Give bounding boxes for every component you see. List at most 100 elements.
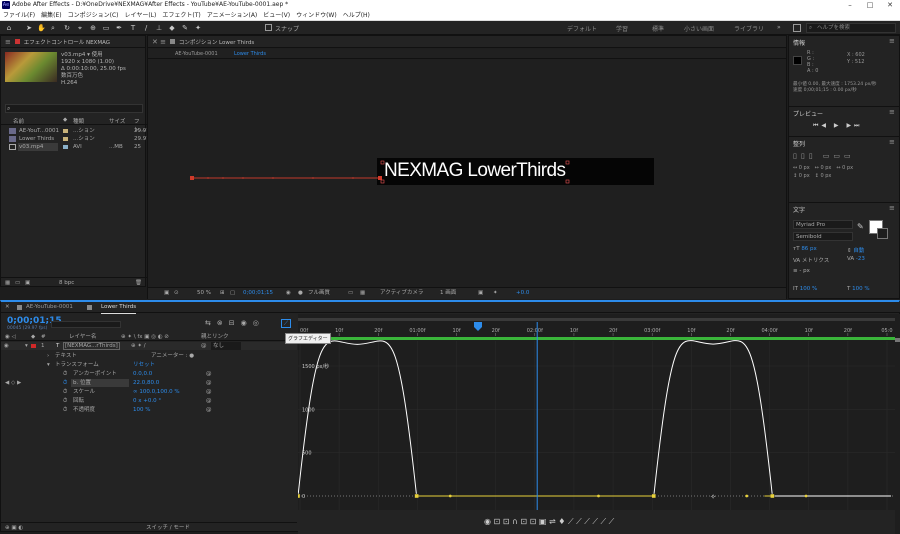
layer-name[interactable]: [NEXMAG...rThirds] [63, 342, 120, 350]
timeline-switches[interactable]: ⇆⊗⊟◉◎ [205, 319, 265, 327]
expression-pickwhip-icon[interactable]: @ [206, 397, 212, 405]
pen-tool-icon[interactable]: ✒ [115, 24, 123, 32]
prop-transform[interactable]: ▾ トランスフォーム リセット [1, 361, 297, 369]
workspace-standard[interactable]: 標準 [652, 24, 664, 33]
menu-file[interactable]: ファイル(F) [0, 10, 38, 21]
vertical-scale-field[interactable]: IT 100 % [793, 286, 817, 292]
font-style-select[interactable]: Semibold [793, 232, 853, 241]
vr-icon[interactable]: ⊙ [174, 288, 179, 299]
project-item-comp-1[interactable]: AE-YouT...0001 ...ション 29.97 [1, 127, 150, 135]
menu-edit[interactable]: 編集(E) [38, 10, 64, 21]
project-search-input[interactable]: ⌕ [5, 104, 143, 113]
footer-icons[interactable]: ⊕ ▣ ◐ [5, 523, 23, 534]
parent-pickwhip-icon[interactable]: @ [201, 342, 207, 350]
stopwatch-icon[interactable]: ⏱ [63, 388, 67, 396]
expand-arrow-icon[interactable]: › [47, 352, 49, 360]
current-time-display[interactable]: 0;00;01;15 [243, 288, 273, 299]
toggle-pixel-icon[interactable]: ▣ [478, 288, 483, 299]
preview-controls[interactable]: ⏮◀ ▶ ▶⏭ [813, 122, 862, 130]
layer-row[interactable]: ◉ ▾ 1 T [NEXMAG...rThirds] ⊕ ✦ / @ なし [1, 342, 297, 350]
character-menu-icon[interactable]: ≡ [889, 204, 895, 212]
align-buttons[interactable]: ▯▯▯ ▭▭▭ [793, 152, 855, 160]
prop-scale[interactable]: ⏱ スケール ∞ 100.0,100.0 % @ [1, 388, 297, 396]
effect-controls-tab[interactable]: ≡ エフェクトコントロール NEXMAG LowerThirds [1, 36, 145, 58]
menu-animation[interactable]: アニメーション(A) [204, 10, 261, 21]
project-item-comp-2[interactable]: Lower Thirds ...ション 29.97 [1, 135, 150, 143]
workspace-default[interactable]: デフォルト [567, 24, 597, 33]
stroke-width-field[interactable]: ≡ - px [793, 268, 810, 274]
selection-tool-icon[interactable]: ➤ [25, 24, 33, 32]
project-item-footage[interactable]: v03.mp4 AVI ...MB 25 [1, 143, 147, 151]
expression-pickwhip-icon[interactable]: @ [206, 388, 212, 396]
workspace-libraries[interactable]: ライブラリ [734, 24, 764, 33]
stopwatch-icon[interactable]: ⏱ [63, 406, 67, 414]
choose-grid-icon[interactable]: ⊞ [220, 288, 225, 299]
graph-editor-button[interactable]: ⟋ [281, 319, 291, 328]
font-family-select[interactable]: Myriad Pro [793, 220, 853, 229]
paragraph-indents[interactable]: ↔ 0 px ↔ 0 px ↔ 0 px ↕ 0 px ↕ 0 px [793, 164, 853, 180]
help-search-input[interactable]: ⌕ ヘルプを検索 [806, 23, 896, 33]
lower-third-text[interactable]: NEXMAG LowerThirds [384, 160, 566, 182]
timeline-search-input[interactable] [51, 321, 121, 328]
menu-layer[interactable]: レイヤー(L) [122, 10, 160, 21]
interpret-footage-icon[interactable]: ▦ [5, 278, 10, 288]
tab-lower-thirds[interactable]: Lower Thirds [101, 302, 137, 314]
layer-switches[interactable]: ⊕ ✦ / [131, 342, 146, 350]
camera-select[interactable]: アクティブカメラ [380, 288, 423, 299]
info-menu-icon[interactable]: ≡ [889, 37, 895, 45]
stroke-color-swatch[interactable] [877, 228, 888, 239]
workspace-small-screen[interactable]: 小さい画面 [684, 24, 714, 33]
type-tool-icon[interactable]: T [129, 24, 137, 32]
expand-arrow-icon[interactable]: ▾ [25, 342, 28, 350]
hand-tool-icon[interactable]: ✋ [37, 24, 46, 32]
tab-ae-youtube[interactable]: AE-YouTube-0001 [26, 302, 73, 313]
clone-tool-icon[interactable]: ⊥ [155, 24, 163, 32]
pan-behind-tool-icon[interactable]: ⊕ [89, 24, 97, 32]
rectangle-tool-icon[interactable]: ▭ [102, 24, 110, 32]
new-folder-icon[interactable]: ▭ [15, 278, 20, 288]
horizontal-scale-field[interactable]: T 100 % [847, 286, 870, 292]
stopwatch-icon[interactable]: ⏱ [63, 370, 67, 378]
close-tab-icon[interactable]: ✕ [5, 302, 10, 313]
leading-field[interactable]: ⇕ 自動 [847, 246, 864, 254]
transparency-grid-icon[interactable]: ▦ [360, 288, 365, 299]
visibility-icon[interactable]: ◉ [4, 342, 9, 350]
minimize-button[interactable]: – [840, 0, 860, 10]
menu-window[interactable]: ウィンドウ(W) [293, 10, 340, 21]
tracking-field[interactable]: VA -23 [847, 256, 865, 262]
maximize-button[interactable]: □ [860, 0, 880, 10]
stopwatch-active-icon[interactable]: ⏱ [63, 379, 67, 387]
rotate-tool-icon[interactable]: ↻ [63, 24, 71, 32]
snapshot-icon[interactable]: ◉ [286, 288, 291, 299]
magnification-select[interactable]: 50 % [197, 288, 211, 299]
exposure-value[interactable]: +0.0 [516, 288, 529, 299]
roto-tool-icon[interactable]: ✎ [181, 24, 189, 32]
eyedropper-icon[interactable]: ✎ [857, 222, 864, 231]
prop-rotation[interactable]: ⏱ 回転 0 x +0.0 ° @ [1, 397, 297, 405]
stopwatch-icon[interactable]: ⏱ [63, 397, 67, 405]
menu-help[interactable]: ヘルプ(H) [340, 10, 373, 21]
expand-arrow-icon[interactable]: ▾ [47, 361, 50, 369]
layer-label-color[interactable] [31, 344, 36, 348]
expression-pickwhip-icon[interactable]: @ [206, 406, 212, 414]
search-help-icon[interactable] [793, 24, 801, 32]
panel-menu-icon[interactable]: ≡ [5, 38, 11, 46]
reset-exposure-icon[interactable]: ✦ [493, 288, 498, 299]
trash-icon[interactable]: 🗑 [135, 278, 142, 288]
menu-effect[interactable]: エフェクト(T) [159, 10, 203, 21]
menu-view[interactable]: ビュー(V) [260, 10, 293, 21]
zoom-tool-icon[interactable]: ⌕ [49, 24, 57, 32]
graph-editor[interactable]: 00f 10f 20f 01:00f 10f 20f 02:00f 10f 20f 03:00f 1… [298, 314, 900, 534]
expression-pickwhip-icon[interactable]: @ [206, 379, 212, 387]
snap-checkbox[interactable] [265, 24, 272, 31]
preview-menu-icon[interactable]: ≡ [889, 108, 895, 116]
new-comp-icon[interactable]: ▣ [25, 278, 30, 288]
kerning-field[interactable]: VA メトリクス [793, 256, 829, 264]
home-icon[interactable]: ⌂ [5, 24, 13, 32]
resolution-select[interactable]: フル画質 [308, 288, 330, 299]
footage-name[interactable]: v03.mp4 ▾ [61, 52, 90, 58]
workspace-more-icon[interactable]: » [777, 24, 781, 31]
close-button[interactable]: ✕ [880, 0, 900, 10]
always-preview-icon[interactable]: ▣ [164, 288, 169, 299]
align-menu-icon[interactable]: ≡ [889, 138, 895, 146]
